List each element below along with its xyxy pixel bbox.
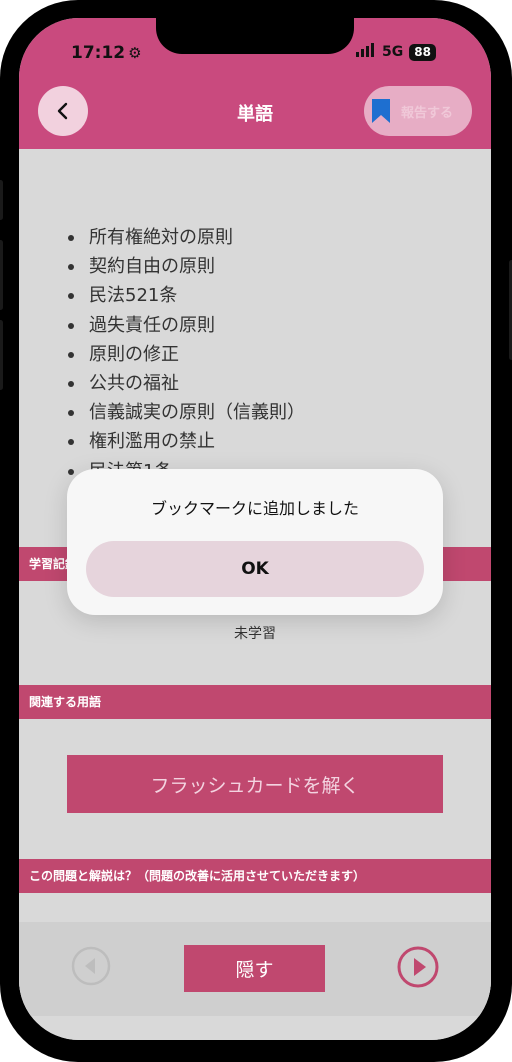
gear-icon: ⚙ xyxy=(128,44,142,62)
list-item: 過失責任の原則 xyxy=(65,311,305,340)
hide-button[interactable]: 隠す xyxy=(184,945,325,992)
bottom-toolbar: 隠す xyxy=(19,922,491,1016)
dialog-message: ブックマークに追加しました xyxy=(150,499,359,518)
previous-icon[interactable] xyxy=(71,946,111,986)
network-label: 5G xyxy=(382,44,404,60)
list-item: 民法521条 xyxy=(65,281,305,310)
next-icon[interactable] xyxy=(397,946,439,988)
phone-frame: 17:12 ⚙ 5G 88 単語 報告する 所有権絶対の原則 契約自由の原則 民… xyxy=(0,0,512,1062)
study-status-text: 未学習 xyxy=(234,626,276,642)
mute-switch xyxy=(0,180,3,220)
list-item: 信義誠実の原則（信義則） xyxy=(65,398,305,427)
list-item: 公共の福祉 xyxy=(65,369,305,398)
volume-up-button xyxy=(0,240,3,310)
screen: 17:12 ⚙ 5G 88 単語 報告する 所有権絶対の原則 契約自由の原則 民… xyxy=(19,18,491,1040)
ok-button[interactable]: OK xyxy=(86,541,424,597)
notch xyxy=(156,18,354,54)
list-item: 契約自由の原則 xyxy=(65,252,305,281)
battery-indicator: 88 xyxy=(409,43,436,61)
flashcard-button[interactable]: フラッシュカードを解く xyxy=(67,755,443,813)
volume-down-button xyxy=(0,320,3,390)
status-indicators: 5G 88 xyxy=(356,43,436,61)
list-item: 原則の修正 xyxy=(65,340,305,369)
signal-icon xyxy=(356,43,376,61)
term-list: 所有権絶対の原則 契約自由の原則 民法521条 過失責任の原則 原則の修正 公共… xyxy=(65,223,305,486)
report-button[interactable]: 報告する xyxy=(364,86,472,136)
status-time: 17:12 ⚙ xyxy=(71,43,142,63)
list-item: 所有権絶対の原則 xyxy=(65,223,305,252)
section-related-terms: 関連する用語 xyxy=(19,685,491,719)
bookmark-icon[interactable] xyxy=(369,97,393,125)
section-feedback: この問題と解説は？（問題の改善に活用させていただきます） xyxy=(19,859,491,893)
report-label: 報告する xyxy=(401,105,454,121)
alert-dialog: ブックマークに追加しました OK xyxy=(67,469,443,615)
time-text: 17:12 xyxy=(71,43,126,63)
list-item: 権利濫用の禁止 xyxy=(65,427,305,456)
app-header: 17:12 ⚙ 5G 88 単語 報告する xyxy=(19,18,491,149)
